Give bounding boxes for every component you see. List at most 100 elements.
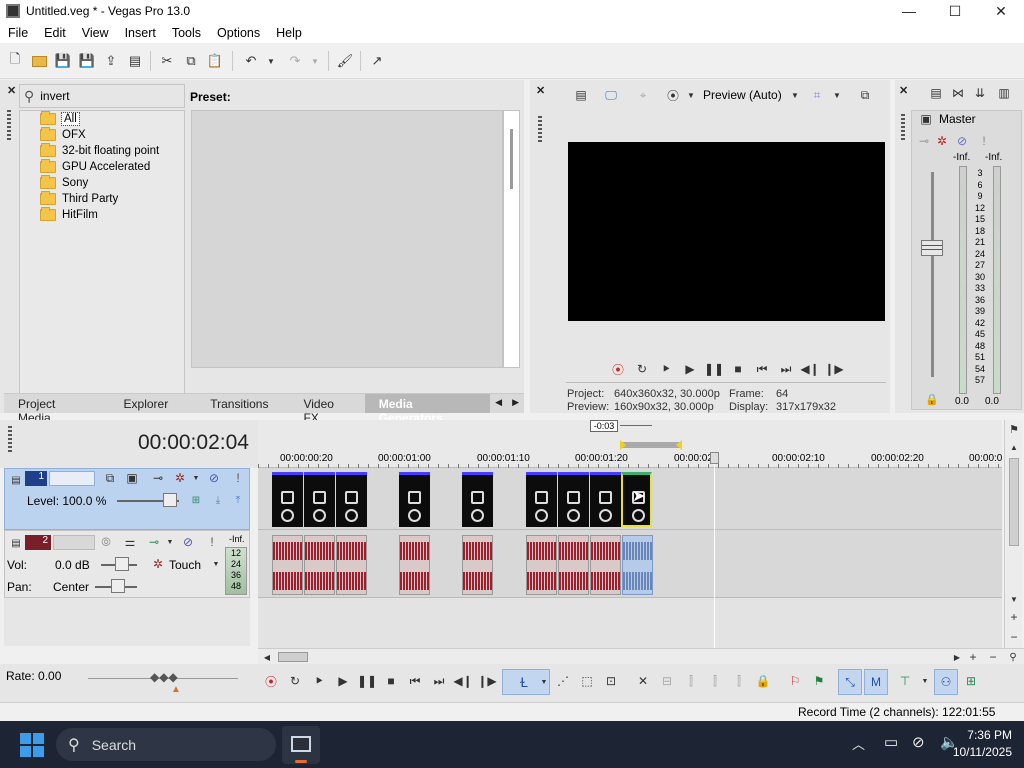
menu-edit[interactable]: Edit <box>36 26 74 40</box>
track-fx-dropdown-icon[interactable]: ▼ <box>187 469 205 487</box>
menu-tools[interactable]: Tools <box>164 26 209 40</box>
scroll-up-icon[interactable]: ▲ <box>1005 438 1023 456</box>
automation-settings-icon[interactable]: ⚌ <box>121 533 139 551</box>
crossfade-dropdown-icon[interactable]: ▼ <box>916 672 934 690</box>
track-fx-dropdown-icon[interactable]: ▼ <box>161 533 179 551</box>
video-track-header-1[interactable]: ▤ 1 ⧉ ▣ ⊸ ✲ ▼ ⊘ ! Level: 100.0 % ⊞ ⤓ ⤒ <box>4 468 250 530</box>
copy-icon[interactable]: ⧉ <box>182 52 200 70</box>
previous-frame-icon[interactable]: ◀❙ <box>453 672 472 690</box>
trim-icon[interactable]: ⊟ <box>658 672 676 690</box>
vertical-scrollbar[interactable]: ⚑ ▲ ▼ + − <box>1004 420 1022 648</box>
panel-grip[interactable] <box>7 110 11 140</box>
vegas-taskbar-button[interactable] <box>282 726 320 764</box>
automation-mode[interactable]: Touch <box>169 558 201 572</box>
automation-icon[interactable]: ✲ <box>149 555 167 573</box>
split-icon[interactable]: ⫿ <box>730 672 748 690</box>
mixer-icon[interactable]: ▥ <box>995 84 1013 102</box>
redo-dropdown-icon[interactable]: ▼ <box>306 52 324 70</box>
master-fx-icon[interactable]: ✲ <box>933 132 951 150</box>
open-folder-icon[interactable] <box>30 52 48 70</box>
play-icon[interactable]: ▶ <box>334 672 352 690</box>
tab-scroll-left-icon[interactable]: ◀ <box>490 394 507 413</box>
menu-options[interactable]: Options <box>209 26 268 40</box>
minimize-button[interactable]: — <box>886 0 932 22</box>
trim-end-icon[interactable]: ⫿ <box>706 672 724 690</box>
vol-slider-handle[interactable] <box>115 557 129 571</box>
vertical-scroll-thumb[interactable] <box>1009 458 1019 546</box>
trim-start-icon[interactable]: ⫿ <box>682 672 700 690</box>
tab-video-fx[interactable]: Video FX <box>289 394 364 425</box>
audio-event[interactable] <box>399 535 430 595</box>
panel-grip[interactable] <box>538 116 542 142</box>
tree-item-32bit[interactable]: 32-bit floating point <box>40 143 159 159</box>
parent-track-icon[interactable]: ⤓ <box>209 491 227 509</box>
empty-timeline-area[interactable] <box>258 598 1002 648</box>
audio-event-selected[interactable] <box>622 535 653 595</box>
whats-this-help-icon[interactable]: ↗ <box>368 52 386 70</box>
automation-mode-dropdown-icon[interactable]: ▼ <box>207 555 225 573</box>
undo-dropdown-icon[interactable]: ▼ <box>262 52 280 70</box>
zoom-edit-tool-icon[interactable]: ⊡ <box>602 672 620 690</box>
master-properties-icon[interactable]: ▤ <box>927 84 945 102</box>
auto-crossfade-icon[interactable]: ⊤ <box>896 672 914 690</box>
selection-edit-tool-icon[interactable]: ⬚ <box>578 672 596 690</box>
search-input[interactable] <box>40 89 171 103</box>
video-event[interactable] <box>399 472 430 527</box>
timecode-display[interactable]: 00:00:02:04 <box>138 431 249 455</box>
horizontal-scroll-thumb[interactable] <box>278 652 308 662</box>
play-icon[interactable]: ▶ <box>681 360 699 378</box>
playhead-cursor[interactable] <box>714 458 715 648</box>
play-from-start-icon[interactable]: ⯈ <box>657 360 675 378</box>
solo-icon[interactable]: ! <box>229 469 247 487</box>
level-slider-handle[interactable] <box>163 493 177 507</box>
tab-project-media[interactable]: Project Media <box>4 394 103 425</box>
edit-tool-active[interactable]: Ɫ ▼ <box>502 669 550 695</box>
marker-icon[interactable]: ⚑ <box>1005 420 1023 438</box>
preview-properties-icon[interactable]: ▤ <box>572 86 590 104</box>
scroll-down-icon[interactable]: ▼ <box>1005 590 1023 608</box>
pause-icon[interactable]: ❚❚ <box>357 672 377 690</box>
menu-help[interactable]: Help <box>268 26 310 40</box>
loop-end-marker[interactable] <box>676 440 682 450</box>
pan-slider-handle[interactable] <box>111 579 125 593</box>
envelope-edit-tool-icon[interactable]: ⋰ <box>554 672 572 690</box>
start-button-icon[interactable] <box>20 733 44 757</box>
tree-item-all[interactable]: All <box>40 111 80 127</box>
properties-icon[interactable]: ▤ <box>126 52 144 70</box>
track-name-field[interactable] <box>53 535 95 550</box>
external-monitor-icon[interactable]: 🖵 <box>602 86 620 104</box>
audio-event[interactable] <box>304 535 335 595</box>
paste-icon[interactable]: 📋 <box>206 52 224 70</box>
audio-track-header-2[interactable]: ▤ 2 ⦾ ⚌ ⊸ ▼ ⊘ ! -Inf. Vol: 0.0 dB ✲ Touc… <box>4 530 250 598</box>
track-name-field[interactable] <box>49 471 95 486</box>
render-icon[interactable]: ⇪ <box>102 52 120 70</box>
tab-explorer[interactable]: Explorer <box>103 394 190 413</box>
insert-fx-icon[interactable]: ⊸ <box>915 132 933 150</box>
delete-icon[interactable]: ✕ <box>634 672 652 690</box>
tree-item-hitfilm[interactable]: HitFilm <box>40 207 98 223</box>
split-screen-icon[interactable]: ⌖ <box>634 86 652 104</box>
clock-date[interactable]: 10/11/2025 <box>940 745 1012 759</box>
search-box[interactable]: ⚲ <box>19 84 185 108</box>
play-from-start-icon[interactable]: ⯈ <box>310 672 328 690</box>
ignore-event-grouping-icon[interactable]: ⊞ <box>962 672 980 690</box>
cut-icon[interactable]: ✂ <box>158 52 176 70</box>
track-minimize-icon[interactable]: ▤ <box>7 534 25 552</box>
video-event[interactable] <box>526 472 557 527</box>
close-panel-icon[interactable]: ✕ <box>899 84 908 97</box>
overlays-dropdown-icon[interactable]: ▼ <box>682 86 700 104</box>
audio-event[interactable] <box>462 535 493 595</box>
zoom-out-vertical-icon[interactable]: − <box>1005 628 1023 646</box>
rate-slider-handle[interactable]: ◆◆◆ <box>150 670 178 684</box>
audio-event[interactable] <box>526 535 557 595</box>
insert-region-icon[interactable]: ⚑ <box>810 672 828 690</box>
pause-icon[interactable]: ❚❚ <box>704 360 724 378</box>
snapping-toggle[interactable]: M <box>864 669 888 695</box>
undo-icon[interactable]: ↶ <box>242 52 260 70</box>
make-compositing-child-icon[interactable]: ⤒ <box>229 491 247 509</box>
playhead-handle[interactable] <box>710 452 719 464</box>
save-icon[interactable]: 💾 <box>54 52 72 70</box>
lock-icon[interactable]: 🔒 <box>754 672 772 690</box>
preview-screen[interactable] <box>568 142 885 321</box>
record-icon[interactable]: ⦿ <box>609 360 627 378</box>
